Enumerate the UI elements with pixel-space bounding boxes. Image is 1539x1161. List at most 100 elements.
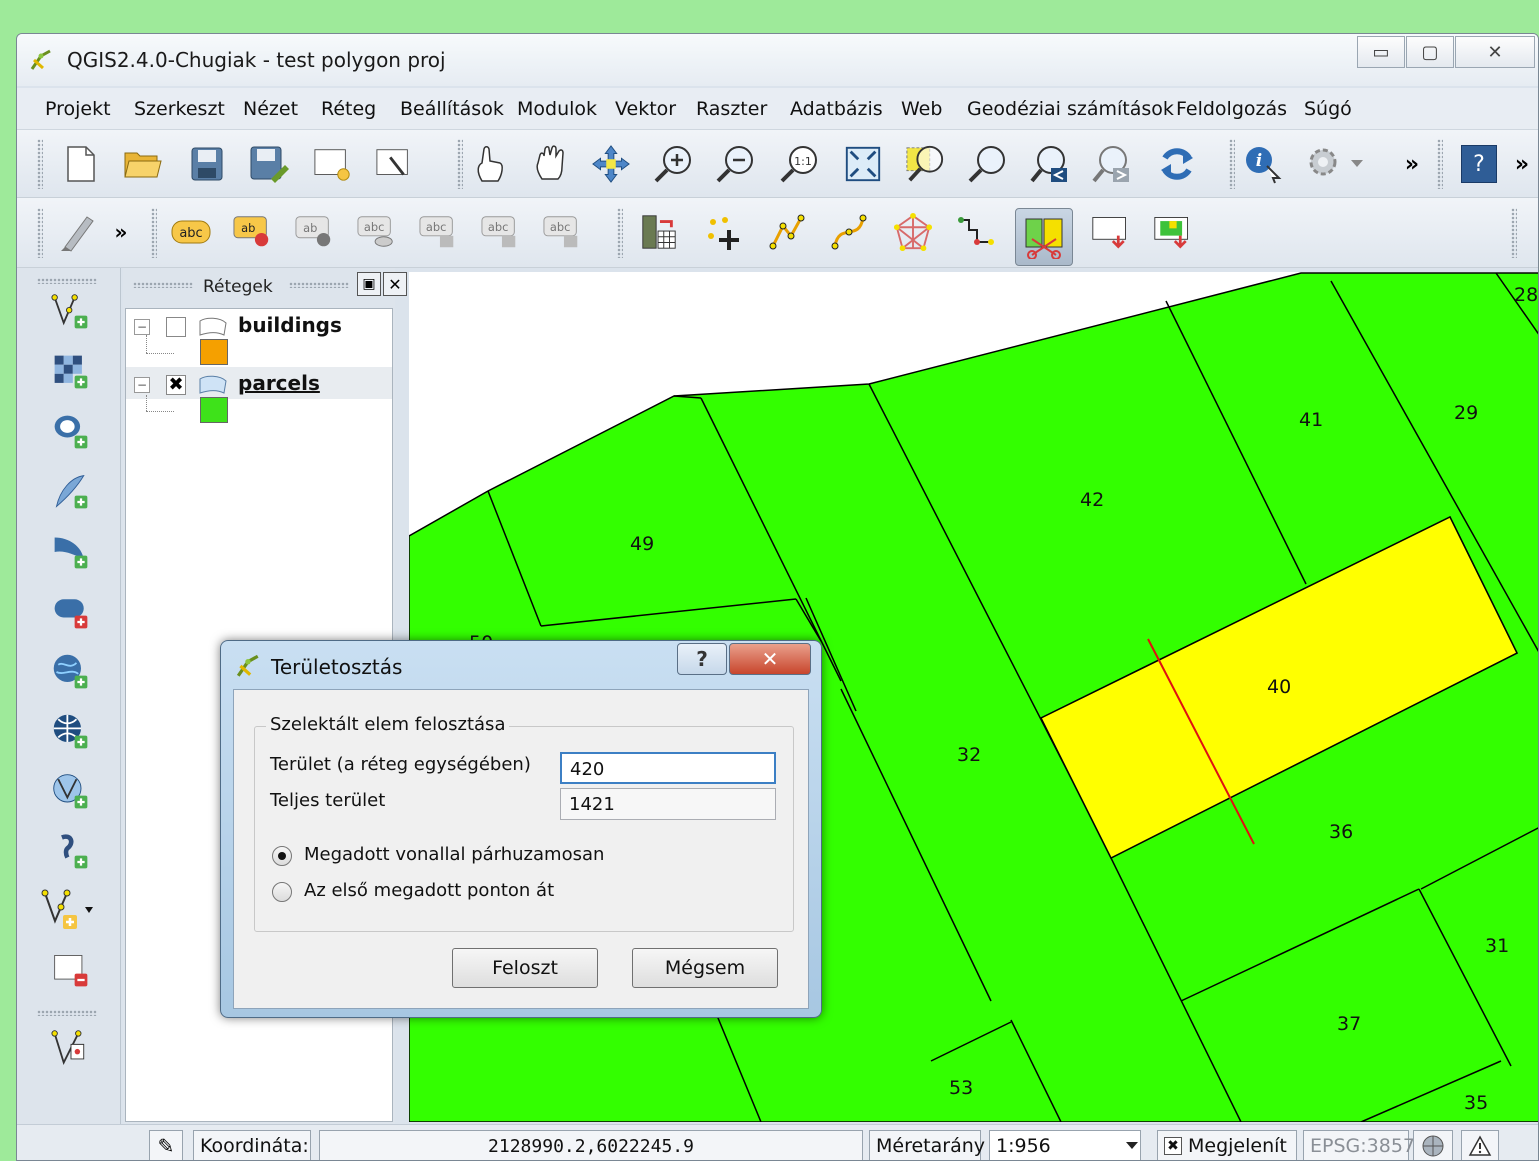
add-mssql-layer-icon[interactable] (51, 532, 91, 572)
add-delimited-text-layer-icon[interactable] (51, 832, 91, 872)
menu-nezet[interactable]: Nézet (243, 98, 298, 120)
crs-status-button[interactable]: EPSG:3857 (1303, 1130, 1415, 1160)
zoom-to-layer-icon[interactable] (967, 144, 1007, 184)
chevron-down-icon[interactable] (1123, 1135, 1141, 1157)
toolbar-grip[interactable] (37, 278, 97, 284)
toolbar-grip[interactable] (1511, 208, 1517, 258)
coordinate-field[interactable]: 2128990.2,6022245.9 (319, 1130, 863, 1160)
pin-labels-icon[interactable]: ab (295, 212, 335, 252)
export-layout-icon[interactable] (1091, 212, 1131, 252)
move-label-icon[interactable]: abc (419, 212, 459, 252)
pan-to-selection-icon[interactable] (591, 144, 631, 184)
toolbar-grip[interactable] (457, 139, 463, 189)
remove-layer-icon[interactable] (51, 950, 91, 990)
zoom-to-selection-icon[interactable] (905, 144, 945, 184)
buildings-symbol-swatch[interactable] (200, 339, 228, 365)
layer-visibility-checkbox[interactable] (166, 317, 186, 337)
refresh-icon[interactable] (1157, 144, 1197, 184)
parallel-line-label[interactable]: Megadott vonallal párhuzamosan (304, 844, 604, 865)
undock-panel-button[interactable]: ▣ (357, 272, 381, 296)
change-label-icon[interactable]: abc (543, 212, 583, 252)
menu-geodeziai[interactable]: Geodéziai számítások (967, 98, 1174, 120)
open-project-icon[interactable] (123, 144, 163, 184)
layer-visibility-checkbox[interactable]: ✖ (166, 375, 186, 395)
messages-toggle-icon[interactable]: ✎ (149, 1130, 183, 1160)
layer-name-buildings[interactable]: buildings (238, 313, 342, 337)
menu-feldolgozas[interactable]: Feldolgozás (1176, 98, 1287, 120)
touch-zoom-icon[interactable] (469, 144, 509, 184)
zoom-in-icon[interactable] (653, 144, 693, 184)
maximize-button[interactable]: ▢ (1406, 36, 1454, 68)
toolbar-grip[interactable] (151, 208, 157, 258)
toolbar-overflow-button[interactable]: » (1395, 144, 1429, 184)
add-postgis-layer-icon[interactable] (51, 412, 91, 452)
new-shapefile-layer-icon[interactable] (41, 889, 101, 930)
add-points-icon[interactable] (703, 212, 743, 252)
polygon-network-icon[interactable] (893, 212, 933, 252)
menu-szerkeszt[interactable]: Szerkeszt (134, 98, 225, 120)
zoom-next-icon[interactable] (1091, 144, 1131, 184)
help-contents-icon[interactable]: ? (1459, 144, 1499, 184)
close-panel-button[interactable]: ✕ (383, 272, 407, 296)
panel-grip[interactable] (289, 282, 349, 288)
toolbar-grip[interactable] (37, 208, 43, 258)
polyline-tool-icon[interactable] (767, 212, 807, 252)
warning-icon[interactable] (1461, 1130, 1499, 1160)
run-feature-action-icon[interactable] (1305, 144, 1345, 184)
toolbar-overflow-button-2[interactable]: » (1507, 144, 1537, 184)
minimize-button[interactable]: ▭ (1357, 36, 1405, 68)
toggle-editing-icon[interactable] (57, 212, 97, 252)
area-input[interactable]: 420 (560, 752, 776, 784)
save-project-icon[interactable] (187, 144, 227, 184)
first-point-label[interactable]: Az első megadott ponton át (304, 880, 554, 901)
toolbar-grip[interactable] (37, 1010, 97, 1016)
projection-globe-icon[interactable] (1413, 1130, 1453, 1160)
identify-features-icon[interactable]: i (1243, 144, 1283, 184)
show-hide-labels-icon[interactable]: abc (357, 212, 397, 252)
export-map-icon[interactable] (1153, 212, 1193, 252)
new-project-icon[interactable] (61, 144, 101, 184)
collapse-toggle[interactable]: − (134, 319, 150, 335)
new-print-composer-icon[interactable] (313, 144, 353, 184)
area-division-tool-icon[interactable] (1015, 208, 1073, 266)
scale-combobox[interactable]: 1:956 (989, 1130, 1141, 1160)
add-raster-layer-icon[interactable] (51, 352, 91, 392)
zoom-last-icon[interactable] (1029, 144, 1069, 184)
toolbar-overflow-button-3[interactable]: » (109, 212, 133, 252)
composer-manager-icon[interactable] (375, 144, 415, 184)
menu-adatbazis[interactable]: Adatbázis (790, 98, 883, 120)
curve-tool-icon[interactable] (829, 212, 869, 252)
chevron-down-icon[interactable] (1347, 144, 1367, 184)
pan-map-icon[interactable] (531, 144, 571, 184)
toolbar-grip[interactable] (617, 208, 623, 258)
dialog-help-button[interactable]: ? (677, 643, 727, 675)
zoom-native-icon[interactable]: 1:1 (779, 144, 819, 184)
toolbar-grip[interactable] (1437, 139, 1443, 189)
add-wfs-layer-icon[interactable] (51, 772, 91, 812)
menu-reteg[interactable]: Réteg (321, 98, 376, 120)
first-point-radio[interactable] (272, 882, 292, 902)
add-spatialite-layer-icon[interactable] (51, 472, 91, 512)
save-as-icon[interactable] (249, 144, 289, 184)
collapse-toggle[interactable]: − (134, 377, 150, 393)
menu-vektor[interactable]: Vektor (615, 98, 676, 120)
parcels-symbol-swatch[interactable] (200, 397, 228, 423)
total-station-icon[interactable] (639, 212, 679, 252)
render-toggle[interactable]: ✖ Megjelenít (1157, 1130, 1297, 1160)
menu-projekt[interactable]: Projekt (45, 98, 111, 120)
dialog-close-button[interactable]: ✕ (729, 643, 811, 675)
close-button[interactable]: ✕ (1455, 36, 1535, 68)
panel-grip[interactable] (133, 282, 193, 288)
menu-sugo[interactable]: Súgó (1304, 98, 1352, 120)
layer-name-parcels[interactable]: parcels (238, 371, 320, 395)
add-oracle-layer-icon[interactable] (51, 592, 91, 632)
menu-beallitasok[interactable]: Beállítások (400, 98, 504, 120)
menu-raszter[interactable]: Raszter (696, 98, 767, 120)
menu-modulok[interactable]: Modulok (517, 98, 597, 120)
zoom-out-icon[interactable] (715, 144, 755, 184)
add-wms-layer-icon[interactable] (51, 652, 91, 692)
rotate-label-icon[interactable]: abc (481, 212, 521, 252)
label-highlight-pin-icon[interactable]: ab (233, 212, 273, 252)
traverse-icon[interactable] (955, 212, 995, 252)
toolbar-grip[interactable] (1229, 139, 1235, 189)
